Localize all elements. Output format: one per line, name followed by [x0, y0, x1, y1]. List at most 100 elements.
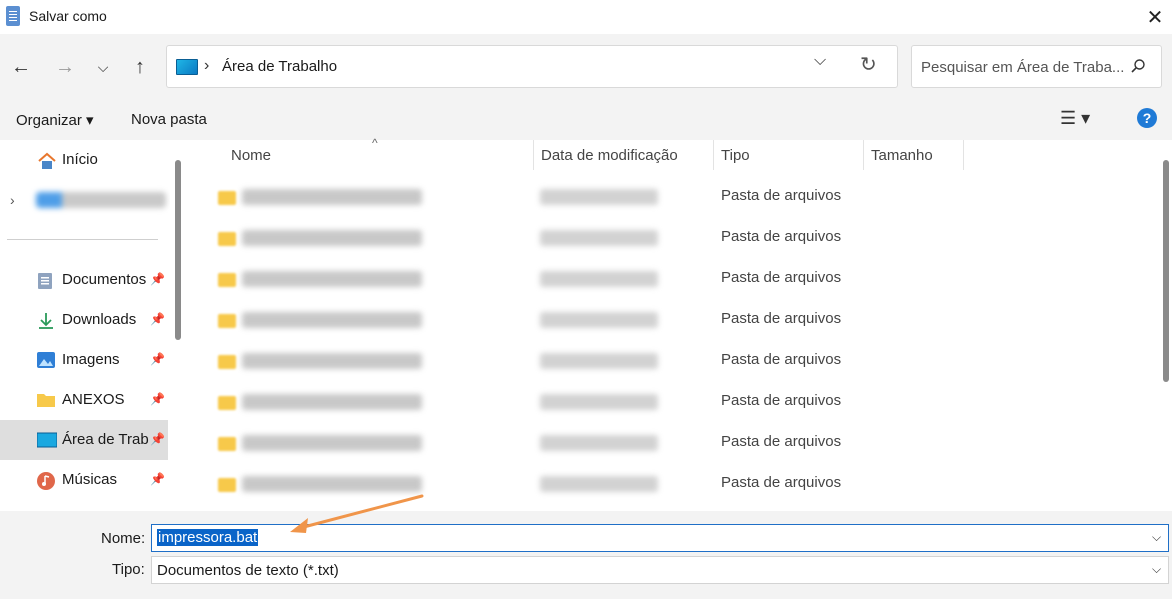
- file-name-value[interactable]: impressora.bat: [157, 529, 259, 546]
- file-name-redacted: [242, 435, 422, 451]
- file-row[interactable]: Pasta de arquivos: [190, 423, 1150, 464]
- notepad-icon: [6, 6, 20, 26]
- folder-icon: [218, 396, 236, 410]
- file-type-select[interactable]: Documentos de texto (*.txt): [151, 556, 1169, 584]
- sidebar-item-label: ANEXOS: [62, 391, 125, 408]
- folder-icon: [218, 478, 236, 492]
- sidebar-divider: [7, 239, 158, 240]
- sidebar-item-label: Documentos: [62, 271, 147, 288]
- folder-icon: [218, 314, 236, 328]
- file-type: Pasta de arquivos: [721, 310, 842, 327]
- file-type: Pasta de arquivos: [721, 433, 842, 450]
- sidebar-item-label: Downloads: [62, 311, 137, 328]
- sidebar-item-label: Área de Trab: [62, 431, 149, 448]
- file-name-redacted: [242, 394, 422, 410]
- sidebar-item-label: Imagens: [62, 351, 120, 368]
- home-icon: [37, 152, 56, 169]
- column-header-type[interactable]: Tipo: [721, 147, 750, 164]
- file-name-redacted: [242, 353, 422, 369]
- folder-icon: [218, 437, 236, 451]
- column-divider[interactable]: [963, 140, 964, 170]
- folder-icon: [218, 355, 236, 369]
- file-row[interactable]: Pasta de arquivos: [190, 259, 1150, 300]
- documents-icon: [37, 272, 55, 289]
- pin-icon: 📌: [150, 392, 165, 406]
- search-icon[interactable]: [1130, 58, 1146, 79]
- sidebar-item-area-de-trabalho[interactable]: Área de Trab 📌: [0, 420, 168, 460]
- new-folder-button[interactable]: Nova pasta: [131, 111, 207, 128]
- navigation-pane: Início › Documentos 📌 Downloads 📌 Imagen…: [0, 140, 170, 511]
- file-row[interactable]: Pasta de arquivos: [190, 382, 1150, 423]
- file-row[interactable]: Pasta de arquivos: [190, 341, 1150, 382]
- desktop-icon: [36, 432, 58, 448]
- file-name-redacted: [242, 312, 422, 328]
- column-divider[interactable]: [533, 140, 534, 170]
- column-divider[interactable]: [863, 140, 864, 170]
- recent-locations-chevron-icon[interactable]: ⌵: [88, 52, 118, 82]
- file-name-redacted: [242, 230, 422, 246]
- sidebar-item-label: Músicas: [62, 471, 118, 488]
- sidebar-item-imagens[interactable]: Imagens 📌: [0, 340, 168, 380]
- cloud-account-item[interactable]: [36, 192, 166, 208]
- file-name-redacted: [242, 189, 422, 205]
- column-header-size[interactable]: Tamanho: [871, 147, 933, 164]
- file-date-redacted: [540, 353, 658, 369]
- close-button[interactable]: ✕: [1138, 0, 1172, 34]
- file-type: Pasta de arquivos: [721, 351, 842, 368]
- column-header-date[interactable]: Data de modificação: [541, 147, 678, 164]
- sidebar-item-musicas[interactable]: Músicas 📌: [0, 460, 168, 500]
- pin-icon: 📌: [150, 432, 165, 446]
- pin-icon: 📌: [150, 312, 165, 326]
- music-icon: [37, 472, 55, 490]
- column-divider[interactable]: [713, 140, 714, 170]
- back-arrow-icon[interactable]: ←: [6, 52, 36, 82]
- sidebar-item-inicio[interactable]: Início: [0, 140, 168, 180]
- search-placeholder: Pesquisar em Área de Traba...: [921, 59, 1125, 76]
- pictures-icon: [37, 352, 55, 368]
- expand-chevron-icon[interactable]: ›: [10, 192, 15, 208]
- downloads-icon: [37, 312, 55, 329]
- forward-arrow-icon[interactable]: →: [50, 52, 80, 82]
- annotation-arrow-icon: [290, 494, 424, 533]
- file-date-redacted: [540, 230, 658, 246]
- sidebar-item-downloads[interactable]: Downloads 📌: [0, 300, 168, 340]
- file-date-redacted: [540, 394, 658, 410]
- folder-icon: [218, 191, 236, 205]
- file-type-value: Documentos de texto (*.txt): [157, 562, 339, 579]
- file-type: Pasta de arquivos: [721, 228, 842, 245]
- view-options-icon[interactable]: ☰ ▾: [1060, 108, 1090, 129]
- breadcrumb-chevron-icon[interactable]: ›: [204, 57, 209, 75]
- sidebar-scrollbar[interactable]: [175, 160, 181, 340]
- address-dropdown-icon[interactable]: ⌵: [814, 52, 826, 70]
- window-title: Salvar como: [29, 8, 107, 24]
- file-type: Pasta de arquivos: [721, 392, 842, 409]
- file-date-redacted: [540, 435, 658, 451]
- file-row[interactable]: Pasta de arquivos: [190, 218, 1150, 259]
- refresh-icon[interactable]: ↻: [860, 52, 877, 77]
- file-date-redacted: [540, 271, 658, 287]
- folder-icon: [37, 392, 55, 408]
- file-row[interactable]: Pasta de arquivos: [190, 177, 1150, 218]
- help-icon[interactable]: ?: [1137, 108, 1157, 128]
- folder-icon: [218, 273, 236, 287]
- file-date-redacted: [540, 312, 658, 328]
- file-list-scrollbar[interactable]: [1163, 160, 1169, 382]
- sidebar-item-anexos[interactable]: ANEXOS 📌: [0, 380, 168, 420]
- file-type-label: Tipo:: [112, 561, 145, 578]
- organize-menu-button[interactable]: Organizar ▾: [16, 111, 94, 129]
- column-header-name[interactable]: Nome: [231, 147, 271, 164]
- sidebar-item-label: Início: [62, 151, 98, 168]
- breadcrumb-location[interactable]: Área de Trabalho: [222, 58, 337, 75]
- file-name-redacted: [242, 271, 422, 287]
- file-date-redacted: [540, 189, 658, 205]
- up-arrow-icon[interactable]: ↑: [125, 52, 155, 82]
- sidebar-item-documentos[interactable]: Documentos 📌: [0, 260, 168, 300]
- pin-icon: 📌: [150, 272, 165, 286]
- file-row[interactable]: Pasta de arquivos: [190, 300, 1150, 341]
- pin-icon: 📌: [150, 472, 165, 486]
- folder-icon: [218, 232, 236, 246]
- file-type-dropdown-icon[interactable]: ⌵: [1152, 562, 1161, 577]
- desktop-folder-icon: [176, 59, 198, 75]
- file-name-dropdown-icon[interactable]: ⌵: [1152, 530, 1161, 545]
- file-date-redacted: [540, 476, 658, 492]
